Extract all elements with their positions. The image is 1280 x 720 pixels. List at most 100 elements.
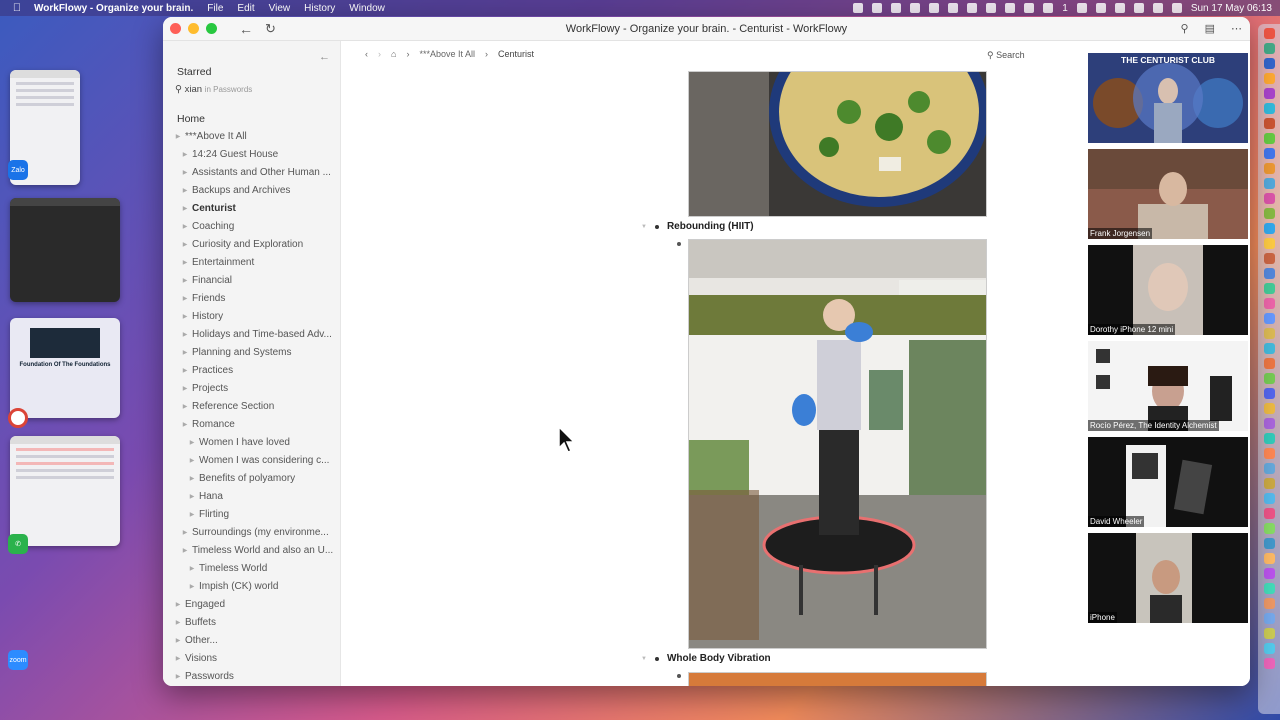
phone-icon[interactable]: ✆ bbox=[8, 534, 28, 554]
dock-app-icon[interactable] bbox=[1263, 523, 1275, 534]
sidebar-item[interactable]: ▶ Women I was considering c... bbox=[163, 451, 341, 469]
dock-app-icon[interactable] bbox=[1263, 403, 1275, 414]
sidebar-item[interactable]: ▶ Assistants and Other Human ... bbox=[163, 163, 341, 181]
sidebar-item[interactable]: ▶ Curiosity and Exploration bbox=[163, 235, 341, 253]
sidebar-item[interactable]: ▶ Backups and Archives bbox=[163, 181, 341, 199]
dock-app-icon[interactable] bbox=[1263, 448, 1275, 459]
dock-app-icon[interactable] bbox=[1263, 493, 1275, 504]
sidebar-item[interactable]: ▶ Romance bbox=[163, 415, 341, 433]
tray-icon[interactable] bbox=[1024, 3, 1035, 13]
bullet-icon[interactable] bbox=[654, 656, 659, 661]
expand-arrow-icon[interactable]: ▶ bbox=[173, 619, 183, 626]
menu-file[interactable]: File bbox=[207, 3, 223, 14]
sidebar-item[interactable]: ▶ Reference Section bbox=[163, 397, 341, 415]
menu-history[interactable]: History bbox=[304, 3, 335, 14]
chrome-icon[interactable] bbox=[8, 408, 28, 428]
dock-app-icon[interactable] bbox=[1263, 28, 1275, 39]
dock-app-icon[interactable] bbox=[1263, 628, 1275, 639]
dock-app-icon[interactable] bbox=[1263, 118, 1275, 129]
more-icon[interactable]: ⋯ bbox=[1231, 22, 1242, 35]
expand-arrow-icon[interactable]: ▶ bbox=[180, 223, 190, 230]
expand-arrow-icon[interactable]: ▶ bbox=[180, 205, 190, 212]
item-text[interactable]: Whole Body Vibration bbox=[667, 653, 771, 664]
expand-arrow-icon[interactable]: ▶ bbox=[180, 295, 190, 302]
sidebar-home[interactable]: Home bbox=[177, 113, 205, 125]
dock-app-icon[interactable] bbox=[1263, 133, 1275, 144]
item-text[interactable]: Rebounding (HIIT) bbox=[667, 221, 754, 232]
dock-app-icon[interactable] bbox=[1263, 373, 1275, 384]
expand-arrow-icon[interactable]: ▶ bbox=[180, 331, 190, 338]
dock-app-icon[interactable] bbox=[1263, 148, 1275, 159]
expand-icon[interactable]: ▼ bbox=[641, 224, 647, 230]
collapse-sidebar-icon[interactable]: ← bbox=[319, 51, 330, 63]
dock-app-icon[interactable] bbox=[1263, 643, 1275, 654]
expand-arrow-icon[interactable]: ▶ bbox=[180, 529, 190, 536]
dock-app-icon[interactable] bbox=[1263, 553, 1275, 564]
sidebar-item[interactable]: ▶ ***Above It All bbox=[163, 127, 341, 145]
home-icon[interactable]: ⌂ bbox=[391, 49, 396, 59]
video-tile[interactable]: iPhone bbox=[1088, 533, 1248, 623]
tray-icon[interactable] bbox=[1095, 3, 1106, 13]
expand-arrow-icon[interactable]: ▶ bbox=[180, 349, 190, 356]
video-tile[interactable]: Rocío Pérez, The Identity Alchemist bbox=[1088, 341, 1248, 431]
dock-app-icon[interactable] bbox=[1263, 583, 1275, 594]
sidebar-item[interactable]: ▶ Buffets bbox=[163, 613, 341, 631]
sidebar-item[interactable]: ▶ Hana bbox=[163, 487, 341, 505]
expand-arrow-icon[interactable]: ▶ bbox=[180, 259, 190, 266]
dock-app-icon[interactable] bbox=[1263, 223, 1275, 234]
sidebar-item[interactable]: ▶ Timeless World bbox=[163, 559, 341, 577]
expand-arrow-icon[interactable]: ▶ bbox=[180, 151, 190, 158]
dock-app-icon[interactable] bbox=[1263, 283, 1275, 294]
menu-view[interactable]: View bbox=[269, 3, 291, 14]
expand-arrow-icon[interactable]: ▶ bbox=[187, 457, 197, 464]
apple-icon[interactable]:  bbox=[0, 2, 34, 14]
list-item[interactable]: ▼ Rebounding (HIIT) bbox=[641, 221, 754, 232]
dock-app-icon[interactable] bbox=[1263, 478, 1275, 489]
breadcrumb-parent[interactable]: ***Above It All bbox=[419, 49, 475, 59]
clock[interactable]: Sun 17 May 06:13 bbox=[1191, 3, 1272, 14]
expand-arrow-icon[interactable]: ▶ bbox=[180, 277, 190, 284]
sidebar-item[interactable]: ▶ Projects bbox=[163, 379, 341, 397]
tray-icon[interactable] bbox=[929, 3, 940, 13]
noodle-soup-image[interactable] bbox=[688, 71, 987, 217]
reload-icon[interactable]: ↻ bbox=[265, 21, 276, 37]
bullet-icon[interactable] bbox=[677, 674, 681, 678]
expand-arrow-icon[interactable]: ▶ bbox=[180, 187, 190, 194]
expand-arrow-icon[interactable]: ▶ bbox=[173, 133, 183, 140]
expand-arrow-icon[interactable]: ▶ bbox=[180, 313, 190, 320]
sidebar-item[interactable]: ▶ Impish (CK) world bbox=[163, 577, 341, 595]
expand-arrow-icon[interactable]: ▶ bbox=[173, 601, 183, 608]
sidebar-item[interactable]: ▶ History bbox=[163, 307, 341, 325]
dock-app-icon[interactable] bbox=[1263, 163, 1275, 174]
maximize-button[interactable] bbox=[206, 23, 217, 34]
starred-search[interactable]: ⚲ xian in Passwords bbox=[175, 84, 252, 95]
dock-app-icon[interactable] bbox=[1263, 433, 1275, 444]
dock-app-icon[interactable] bbox=[1263, 88, 1275, 99]
expand-arrow-icon[interactable]: ▶ bbox=[180, 421, 190, 428]
dock-app-icon[interactable] bbox=[1263, 298, 1275, 309]
video-tile[interactable]: THE CENTURIST CLUB bbox=[1088, 53, 1248, 143]
sidebar-item[interactable]: ▶ Benefits of polyamory bbox=[163, 469, 341, 487]
expand-arrow-icon[interactable]: ▶ bbox=[187, 475, 197, 482]
dock-app-icon[interactable] bbox=[1263, 613, 1275, 624]
sidebar-item[interactable]: ▶ Timeless World and also an U... bbox=[163, 541, 341, 559]
sidebar-item[interactable]: ▶ Financial bbox=[163, 271, 341, 289]
dock-app-icon[interactable] bbox=[1263, 418, 1275, 429]
dock-app-icon[interactable] bbox=[1263, 103, 1275, 114]
dock-app-icon[interactable] bbox=[1263, 598, 1275, 609]
sidebar-item[interactable]: ▶ Flirting bbox=[163, 505, 341, 523]
dock-app-icon[interactable] bbox=[1263, 568, 1275, 579]
expand-arrow-icon[interactable]: ▶ bbox=[180, 169, 190, 176]
dock-app-icon[interactable] bbox=[1263, 58, 1275, 69]
sidebar-item[interactable]: ▶ Passwords bbox=[163, 667, 341, 685]
rebounding-photo[interactable] bbox=[688, 239, 987, 649]
zalo-icon[interactable]: Zalo bbox=[8, 160, 28, 180]
forward-chevron-icon[interactable]: › bbox=[378, 49, 381, 59]
bullet-icon[interactable] bbox=[677, 242, 681, 246]
list-item[interactable]: ▼ Whole Body Vibration bbox=[641, 653, 771, 664]
dock-app-icon[interactable] bbox=[1263, 358, 1275, 369]
sidebar-item[interactable]: ▶ Friends bbox=[163, 289, 341, 307]
dock-app-icon[interactable] bbox=[1263, 178, 1275, 189]
dock-app-icon[interactable] bbox=[1263, 343, 1275, 354]
dock-app-icon[interactable] bbox=[1263, 43, 1275, 54]
